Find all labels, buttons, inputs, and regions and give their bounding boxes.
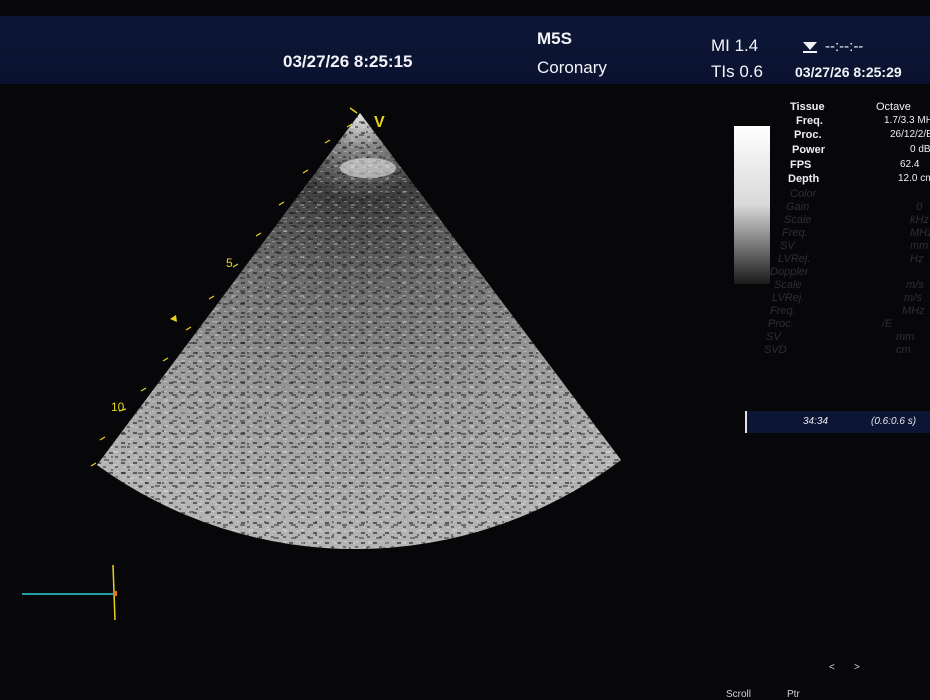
param-label: Scale [774,279,802,291]
param-label: Proc. [768,318,794,330]
cine-bar[interactable]: 34:34 (0.6:0.6 s) [745,411,930,433]
param-label: Gain [786,201,810,213]
param-label: LVRej. [778,253,811,265]
param-value: m/s [906,279,924,291]
param-label: SV [780,240,795,252]
param-label: FPS [790,159,812,171]
param-value: 62.4 [900,159,920,170]
param-value: kHz [910,214,929,226]
param-dim-row: Freq. MHz [782,227,930,240]
param-label: Freq. [770,305,796,317]
param-value: MHz [910,227,930,239]
param-dim-row: Scale m/s [774,279,930,292]
param-label: Proc. [794,129,822,141]
param-dim-row: Freq. MHz [770,305,930,318]
param-dim-row: Proc. /E [768,318,930,331]
param-label: Freq. [782,227,808,239]
param-label: Doppler [770,266,809,278]
param-label: Power [792,144,826,156]
param-value: mm [896,331,915,343]
param-dim-row: Gain 0 [786,201,930,214]
grayscale-bar [734,126,770,284]
param-dim-row: Color [786,188,930,201]
param-label: Freq. [796,115,823,127]
param-label: Color [790,188,817,200]
param-label: SV [766,331,781,343]
param-power: Power 0 dB [786,144,930,157]
prev-button[interactable]: < [829,662,835,673]
param-label: Depth [788,173,820,185]
depth-label-10: 10 [111,400,125,414]
param-label: Tissue [790,101,825,113]
param-dim-row: Doppler [770,266,930,279]
param-label: Scale [784,214,812,226]
cine-range: (0.6:0.6 s) [871,416,917,427]
param-value: 12.0 cm [898,173,930,184]
scroll-label[interactable]: Scroll [726,689,751,700]
ptr-label[interactable]: Ptr [787,689,800,700]
param-dim-row: LVRej. m/s [772,292,930,305]
cine-frame: 34:34 [803,416,829,427]
orientation-marker: V [374,114,385,131]
apex-tick [349,107,358,114]
param-value: /E [882,318,893,330]
param-value: 0 [916,201,923,213]
depth-label-5: 5 [226,256,233,270]
param-dim-row: SVD cm [764,344,930,357]
param-value: Octave [876,101,911,113]
param-freq: Freq. 1.7/3.3 MHz [786,115,930,128]
param-value: 1.7/3.3 MHz [884,115,930,126]
param-depth: Depth 12.0 cm [786,173,930,186]
parameter-panel: Tissue Octave Freq. 1.7/3.3 MHz Proc. 26… [764,101,930,431]
param-tissue: Tissue Octave [786,101,930,114]
param-dim-row: LVRej. Hz [778,253,930,266]
param-value: m/s [904,292,922,304]
focus-marker-icon [170,315,177,322]
param-label: LVRej. [772,292,805,304]
param-dim-row: SV mm [780,240,930,253]
param-value: mm [910,240,929,252]
next-button[interactable]: > [854,662,860,673]
param-dim-row: Scale kHz [784,214,930,227]
param-label: SVD [764,344,787,356]
param-value: 26/12/2/E [890,129,930,140]
param-dim-row: SV mm [766,331,930,344]
ecg-cursor [113,591,117,596]
param-proc: Proc. 26/12/2/E [786,129,930,142]
param-value: Hz [910,253,924,265]
param-value: cm [896,344,911,356]
param-value: MHz [902,305,925,317]
param-value: 0 dB [910,144,930,155]
param-fps: FPS 62.4 [786,159,930,172]
